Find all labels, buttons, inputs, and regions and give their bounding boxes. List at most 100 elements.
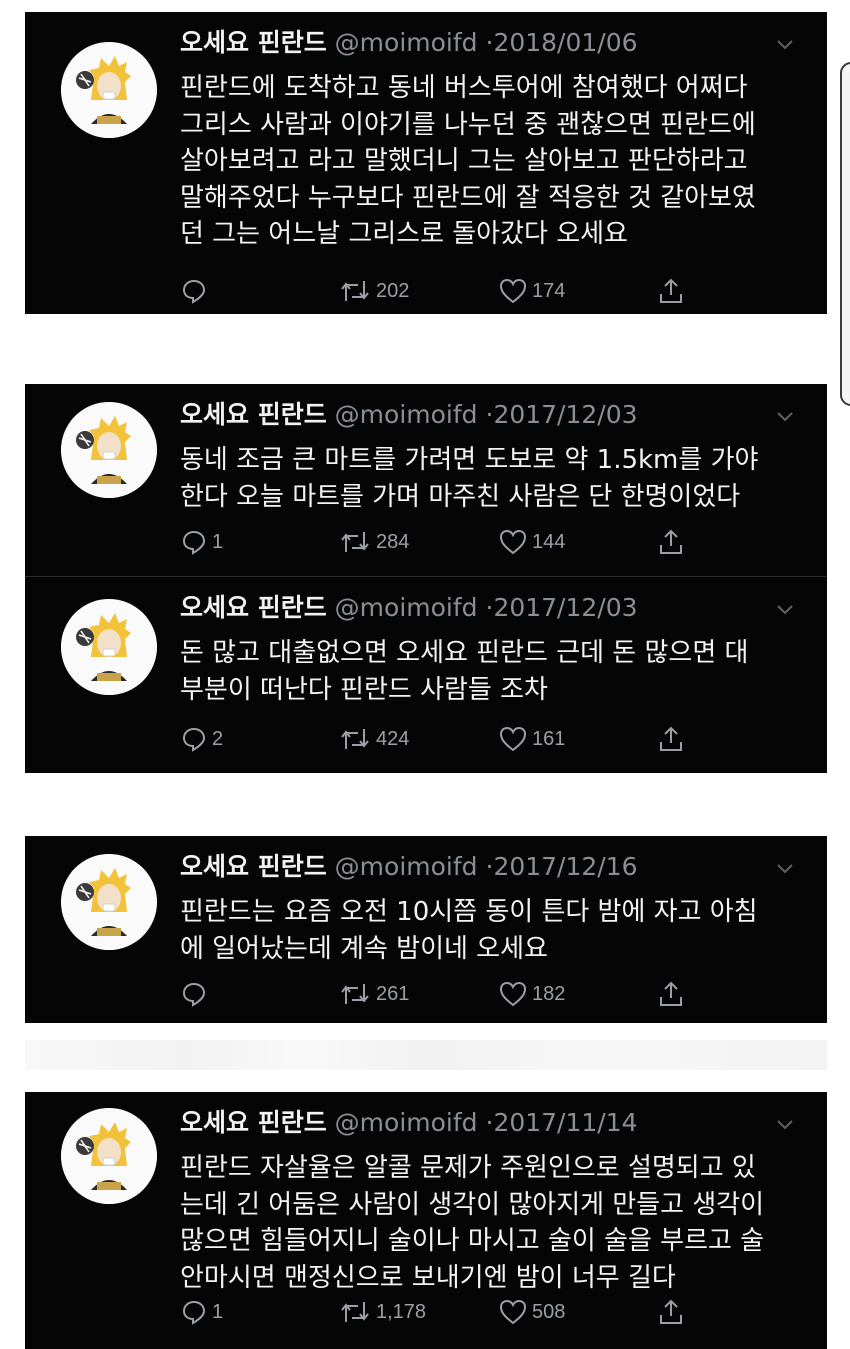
retweet-icon (341, 281, 369, 301)
tweet-text: 돈 많고 대출없으면 오세요 핀란드 근데 돈 많으면 대 부분이 떠난다 핀란… (180, 638, 749, 705)
reply-icon (182, 530, 206, 555)
user-handle[interactable]: @moimoifd (335, 400, 478, 429)
heart-icon (499, 1299, 527, 1325)
display-name[interactable]: 오세요 핀란드 (180, 400, 327, 429)
like-count: 144 (532, 530, 566, 553)
tweet-date[interactable]: 2017/12/03 (493, 593, 637, 622)
tweet[interactable]: 오세요 핀란드 @moimoifd ·2018/01/06 핀란드에 도착하고 … (25, 12, 827, 314)
retweet-count: 424 (376, 727, 410, 750)
tweet-actions: 1 284 144 (180, 525, 740, 559)
like-button[interactable]: 174 (498, 274, 565, 308)
heart-icon (499, 278, 527, 304)
user-handle[interactable]: @moimoifd (335, 593, 478, 622)
like-button[interactable]: 508 (498, 1295, 565, 1329)
like-button[interactable]: 161 (498, 722, 565, 756)
like-count: 508 (532, 1300, 566, 1323)
scrollbar[interactable] (840, 62, 850, 406)
tweet-actions: 2 424 161 (180, 722, 740, 756)
avatar-image (61, 42, 157, 138)
retweet-button[interactable]: 261 (338, 977, 409, 1011)
retweet-button[interactable]: 202 (338, 274, 409, 308)
faded-strip (25, 1040, 827, 1070)
tweet-text: 핀란드에 도착하고 동네 버스투어에 참여했다 어쩌다 그리스 사람과 이야기를… (180, 73, 756, 249)
share-icon (660, 1299, 682, 1324)
retweet-button[interactable]: 424 (338, 722, 409, 756)
tweet-text: 핀란드는 요즘 오전 10시쯤 동이 튼다 밤에 자고 아침 에 일어났는데 계… (180, 897, 758, 964)
tweet-header: 오세요 핀란드 @moimoifd ·2017/12/16 (180, 850, 638, 884)
reply-button[interactable]: 1 (180, 525, 223, 559)
avatar-image (61, 1108, 157, 1204)
heart-icon (499, 529, 527, 555)
chevron-down-icon[interactable] (777, 605, 793, 615)
like-count: 174 (532, 279, 566, 302)
chevron-down-icon[interactable] (777, 40, 793, 50)
retweet-button[interactable]: 284 (338, 525, 409, 559)
like-button[interactable]: 144 (498, 525, 565, 559)
avatar-image (61, 854, 157, 950)
reply-button[interactable]: 2 (180, 722, 223, 756)
retweet-count: 202 (376, 279, 410, 302)
heart-icon (499, 981, 527, 1007)
tweet[interactable]: 오세요 핀란드 @moimoifd ·2017/12/03 돈 많고 대출없으면… (25, 577, 827, 773)
display-name[interactable]: 오세요 핀란드 (180, 28, 327, 57)
retweet-count: 284 (376, 530, 410, 553)
tweet-actions: 261 182 (180, 977, 740, 1011)
chevron-down-icon[interactable] (777, 1120, 793, 1130)
avatar-image (61, 402, 157, 498)
retweet-icon (341, 984, 369, 1004)
tweet[interactable]: 오세요 핀란드 @moimoifd ·2017/12/16 핀란드는 요즘 오전… (25, 836, 827, 1023)
share-button[interactable] (656, 722, 686, 756)
avatar[interactable] (61, 1108, 157, 1204)
avatar[interactable] (61, 42, 157, 138)
tweet-header: 오세요 핀란드 @moimoifd ·2017/11/14 (180, 1106, 638, 1140)
share-icon (660, 529, 682, 554)
avatar[interactable] (61, 599, 157, 695)
reply-icon (182, 279, 206, 304)
retweet-count: 1,178 (376, 1300, 427, 1323)
tweet-header: 오세요 핀란드 @moimoifd ·2017/12/03 (180, 398, 638, 432)
tweet-text: 핀란드 자살율은 알콜 문제가 주원인으로 설명되고 있 는데 긴 어둠은 사람… (180, 1153, 765, 1293)
retweet-icon (341, 1302, 369, 1322)
avatar[interactable] (61, 402, 157, 498)
retweet-button[interactable]: 1,178 (338, 1295, 426, 1329)
tweet-date[interactable]: 2017/12/03 (493, 400, 637, 429)
like-button[interactable]: 182 (498, 977, 565, 1011)
tweet-header: 오세요 핀란드 @moimoifd ·2017/12/03 (180, 591, 638, 625)
display-name[interactable]: 오세요 핀란드 (180, 593, 327, 622)
chevron-down-icon[interactable] (777, 864, 793, 874)
share-icon (660, 278, 682, 303)
tweet[interactable]: 오세요 핀란드 @moimoifd ·2017/12/03 동네 조금 큰 마트… (25, 384, 827, 576)
reply-button[interactable] (180, 977, 212, 1011)
display-name[interactable]: 오세요 핀란드 (180, 1108, 327, 1137)
share-button[interactable] (656, 1295, 686, 1329)
tweet[interactable]: 오세요 핀란드 @moimoifd ·2017/11/14 핀란드 자살율은 알… (25, 1092, 827, 1349)
chevron-down-icon[interactable] (777, 412, 793, 422)
tweet-card: 오세요 핀란드 @moimoifd ·2017/12/16 핀란드는 요즘 오전… (25, 836, 827, 1023)
user-handle[interactable]: @moimoifd (335, 852, 478, 881)
like-count: 182 (532, 982, 566, 1005)
tweet-date[interactable]: 2018/01/06 (493, 28, 637, 57)
tweet-date[interactable]: 2017/11/14 (493, 1108, 637, 1137)
tweet-actions: 1 1,178 508 (180, 1295, 740, 1329)
tweet-actions: 202 174 (180, 274, 740, 308)
reply-count: 2 (212, 727, 224, 750)
retweet-icon (341, 532, 369, 552)
user-handle[interactable]: @moimoifd (335, 28, 478, 57)
share-icon (660, 726, 682, 751)
display-name[interactable]: 오세요 핀란드 (180, 852, 327, 881)
tweet-date[interactable]: 2017/12/16 (493, 852, 637, 881)
reply-count: 1 (212, 530, 224, 553)
reply-button[interactable]: 1 (180, 1295, 223, 1329)
retweet-count: 261 (376, 982, 410, 1005)
reply-count: 1 (212, 1300, 224, 1323)
avatar[interactable] (61, 854, 157, 950)
like-count: 161 (532, 727, 566, 750)
tweet-text: 동네 조금 큰 마트를 가려면 도보로 약 1.5km를 가야 한다 오늘 마트… (180, 445, 759, 512)
share-button[interactable] (656, 977, 686, 1011)
share-button[interactable] (656, 525, 686, 559)
heart-icon (499, 726, 527, 752)
share-icon (660, 981, 682, 1006)
reply-button[interactable] (180, 274, 212, 308)
user-handle[interactable]: @moimoifd (335, 1108, 478, 1137)
share-button[interactable] (656, 274, 686, 308)
